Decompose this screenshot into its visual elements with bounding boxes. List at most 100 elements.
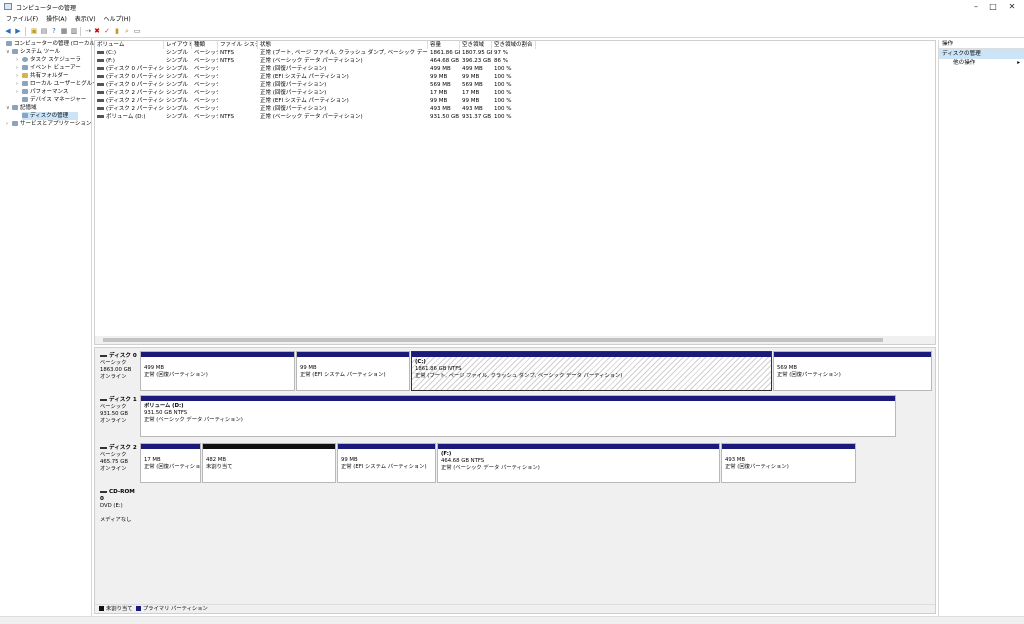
column-header[interactable]: 空き領域	[460, 41, 492, 49]
column-header[interactable]: レイアウト	[164, 41, 192, 49]
toolbar-divider	[80, 27, 81, 36]
partition-block[interactable]: 99 MB 正常 (EFI システム パーティション)	[296, 351, 410, 391]
tree-performance[interactable]: › パフォーマンス	[16, 88, 68, 96]
menu-help[interactable]: ヘルプ(H)	[104, 14, 131, 25]
menu-file[interactable]: ファイル(F)	[6, 14, 38, 25]
tree-shared-folders[interactable]: › 共有フォルダー	[16, 72, 69, 80]
table-row[interactable]: (ディスク 0 パーティション 1)シンプルベーシック 正常 (回復パーティション…	[95, 65, 695, 73]
table-cell: 931.50 GB	[430, 114, 460, 120]
toolbar: ◀ ▶ ▣ ▤ ? ▦ ▥ ⇢ ✖ ✓ ▮ ⌕ ▭	[0, 25, 1024, 38]
partition-block[interactable]: (F:) 464.68 GB NTFS 正常 (ベーシック データ パーティション)	[437, 443, 720, 483]
table-cell: 正常 (EFI システム パーティション)	[260, 98, 349, 104]
table-row[interactable]: (ディスク 2 パーティション 2)シンプルベーシック 正常 (EFI システム …	[95, 97, 695, 105]
table-cell: シンプル	[166, 114, 188, 120]
column-header[interactable]: 種類	[192, 41, 218, 49]
disk-graphical-view: ディスク 0 ベーシック 1863.00 GB オンライン 499 MB 正常 (回復パー…	[94, 347, 936, 614]
back-icon[interactable]: ◀	[4, 27, 12, 35]
tree-local-users[interactable]: › ローカル ユーザーとグループ	[16, 80, 103, 88]
unallocated-swatch	[99, 606, 104, 611]
partition-block[interactable]: ボリューム (D:) 931.50 GB NTFS 正常 (ベーシック データ パー…	[140, 395, 896, 437]
help-icon[interactable]: ?	[50, 27, 58, 35]
table-cell	[218, 65, 258, 73]
table-row[interactable]: (F:)シンプルベーシックNTFS 正常 (ベーシック データ パーティション) 4…	[95, 57, 695, 65]
table-cell: 99 MB	[430, 74, 448, 80]
table-cell: 正常 (ブート, ページ ファイル, クラッシュ ダンプ, ベーシック データ …	[260, 50, 428, 56]
tree-services[interactable]: › サービスとアプリケーション	[6, 120, 91, 128]
table-cell: 100 %	[494, 114, 512, 120]
scrollbar-thumb[interactable]	[103, 338, 883, 342]
partition-block[interactable]: 99 MB 正常 (EFI システム パーティション)	[337, 443, 436, 483]
partition-block[interactable]: 493 MB 正常 (回復パーティション)	[721, 443, 856, 483]
volume-icon	[97, 51, 104, 54]
table-cell: シンプル	[166, 90, 188, 96]
partition-block[interactable]: 499 MB 正常 (回復パーティション)	[140, 351, 295, 391]
table-row[interactable]: (ディスク 0 パーティション 5)シンプルベーシック 正常 (回復パーティション…	[95, 81, 695, 89]
actions-other[interactable]: 他の操作 ▸	[939, 59, 1024, 68]
tools-icon	[12, 49, 18, 54]
table-cell: シンプル	[166, 58, 188, 64]
tree-storage[interactable]: ∨ 記憶域	[6, 104, 37, 112]
actions-disk-management[interactable]: ディスクの管理	[939, 49, 1024, 59]
disk-label[interactable]: ディスク 0 ベーシック 1863.00 GB オンライン	[96, 351, 140, 391]
window-icon[interactable]: ▭	[133, 27, 141, 35]
close-icon[interactable]: ✕	[1000, 0, 1024, 14]
table-row[interactable]: ボリューム (D:)シンプルベーシックNTFS 正常 (ベーシック データ パーテ…	[95, 113, 695, 121]
table-cell: NTFS	[220, 58, 235, 64]
table-row[interactable]: (ディスク 2 パーティション 1)シンプルベーシック 正常 (回復パーティション…	[95, 89, 695, 97]
partition-block[interactable]: 17 MB正常 (回復パーティション)	[140, 443, 201, 483]
properties-icon[interactable]: ▦	[60, 27, 68, 35]
volume-icon	[97, 99, 104, 102]
column-header[interactable]: ボリューム	[95, 41, 164, 49]
up-folder-icon[interactable]: ▣	[30, 27, 38, 35]
search-icon[interactable]: ⌕	[123, 27, 131, 35]
disk-label[interactable]: CD-ROM 0 DVD (E:) メディアなし	[96, 487, 140, 531]
table-cell: 17 MB	[462, 90, 480, 96]
horizontal-scrollbar[interactable]	[95, 336, 935, 344]
delete-icon[interactable]: ✖	[93, 27, 101, 35]
table-cell	[218, 89, 258, 97]
column-header[interactable]: 容量	[428, 41, 460, 49]
disk-label[interactable]: ディスク 2 ベーシック 465.75 GB オンライン	[96, 443, 140, 483]
table-cell: 99 MB	[462, 74, 480, 80]
disk-icon	[100, 354, 107, 357]
table-cell: ベーシック	[194, 66, 218, 72]
partition-block[interactable]: (C:) 1861.86 GB NTFS 正常 (ブート, ページ ファイル, クラ…	[411, 351, 772, 391]
check-icon[interactable]: ✓	[103, 27, 111, 35]
view-icon[interactable]: ▥	[70, 27, 78, 35]
users-icon	[22, 81, 28, 86]
column-header[interactable]: 状態	[258, 41, 428, 49]
forward-icon[interactable]: ▶	[14, 27, 22, 35]
column-header[interactable]: 空き領域の割合	[492, 41, 536, 49]
table-row[interactable]: (ディスク 2 パーティション 5)シンプルベーシック 正常 (回復パーティション…	[95, 105, 695, 113]
menu-action[interactable]: 操作(A)	[46, 14, 67, 25]
disk-label[interactable]: ディスク 1 ベーシック 931.50 GB オンライン	[96, 395, 140, 437]
folder-icon[interactable]: ▮	[113, 27, 121, 35]
table-row[interactable]: (C:)シンプルベーシックNTFS 正常 (ブート, ページ ファイル, クラッシ…	[95, 49, 695, 57]
title-bar: コンピューターの管理 – □ ✕	[0, 0, 1024, 14]
show-tree-icon[interactable]: ▤	[40, 27, 48, 35]
performance-icon	[22, 89, 28, 94]
connect-icon[interactable]: ⇢	[84, 27, 92, 35]
menu-view[interactable]: 表示(V)	[75, 14, 96, 25]
table-cell: 正常 (回復パーティション)	[260, 82, 327, 88]
table-row[interactable]: (ディスク 0 パーティション 2)シンプルベーシック 正常 (EFI システム …	[95, 73, 695, 81]
partition-bar	[438, 444, 719, 449]
volume-icon	[97, 75, 104, 78]
table-cell: ベーシック	[194, 58, 218, 64]
tree-event-viewer[interactable]: › イベント ビューアー	[16, 64, 81, 72]
tree-task-scheduler[interactable]: › タスク スケジューラ	[16, 56, 81, 64]
table-cell: 1861.86 GB	[430, 50, 460, 56]
column-header[interactable]: ファイル システム	[218, 41, 258, 49]
table-cell: ベーシック	[194, 90, 218, 96]
table-cell: (ディスク 2 パーティション 1)	[95, 89, 164, 97]
tree-root[interactable]: コンピューターの管理 (ローカル)	[6, 40, 97, 48]
tree-device-manager[interactable]: デバイス マネージャー	[22, 96, 86, 104]
primary-swatch	[135, 606, 141, 611]
tree-system-tools[interactable]: ∨ システム ツール	[6, 48, 60, 56]
partition-block[interactable]: 569 MB 正常 (回復パーティション)	[773, 351, 932, 391]
partition-block[interactable]: 482 MB 未割り当て	[202, 443, 336, 483]
disk-icon	[22, 113, 28, 118]
table-cell: 100 %	[494, 98, 512, 104]
tree-disk-management[interactable]: ディスクの管理	[22, 112, 78, 120]
table-cell: 569 MB	[430, 82, 451, 88]
